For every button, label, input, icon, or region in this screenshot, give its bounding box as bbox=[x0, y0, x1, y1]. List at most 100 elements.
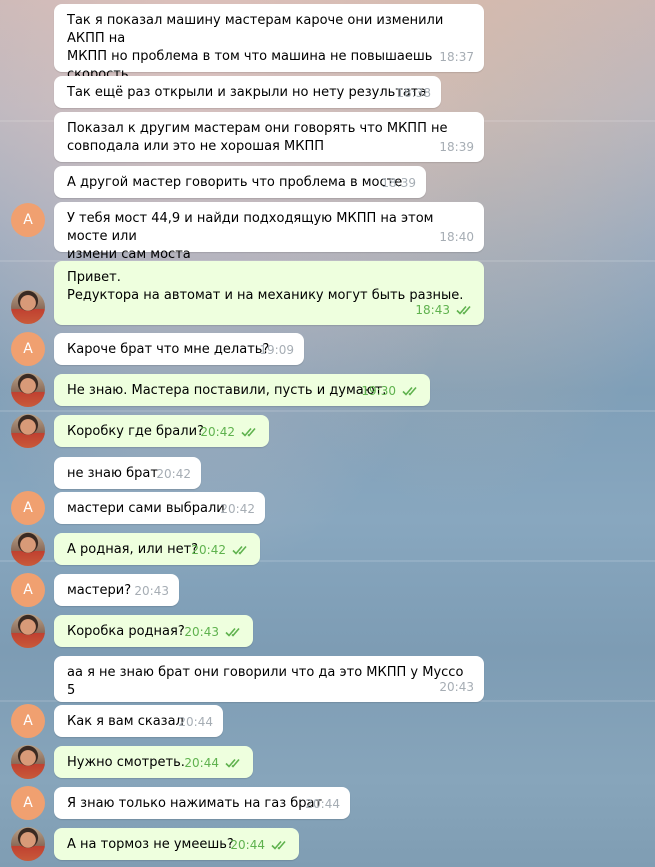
timestamp-text: 18:43 bbox=[415, 303, 450, 317]
user-avatar[interactable] bbox=[11, 745, 45, 779]
incoming-message[interactable]: Так я показал машину мастерам кароче они… bbox=[54, 4, 484, 100]
chat-area[interactable]: Так я показал машину мастерам кароче они… bbox=[0, 0, 655, 867]
double-check-icon bbox=[402, 386, 420, 396]
outgoing-message[interactable]: А на тормоз не умеешь? 20:44 bbox=[54, 828, 299, 860]
message-row: Не знаю. Мастера поставили, пусть и дума… bbox=[0, 373, 655, 407]
incoming-message[interactable]: аа я не знаю брат они говорили что да эт… bbox=[54, 656, 484, 702]
message-row: аа я не знаю брат они говорили что да эт… bbox=[0, 656, 655, 702]
message-timestamp: 20:42 bbox=[191, 541, 250, 559]
message-timestamp: 20:44 bbox=[230, 836, 289, 854]
message-row: А другой мастер говорить что проблема в … bbox=[0, 166, 655, 198]
incoming-message[interactable]: У тебя мост 44,9 и найди подходящую МКПП… bbox=[54, 202, 484, 262]
outgoing-message[interactable]: А родная, или нет? 20:42 bbox=[54, 533, 260, 565]
double-check-icon bbox=[225, 758, 243, 768]
timestamp-text: 20:42 bbox=[156, 467, 191, 481]
timestamp-text: 20:43 bbox=[439, 680, 474, 694]
double-check-icon bbox=[271, 840, 289, 850]
double-check-icon bbox=[456, 305, 474, 315]
avatar-letter: A bbox=[23, 795, 33, 811]
message-timestamp: 18:39 bbox=[381, 174, 416, 192]
message-row: Так ещё раз открыли и закрыли но нету ре… bbox=[0, 76, 655, 108]
message-timestamp: 18:39 bbox=[439, 138, 474, 156]
timestamp-text: 20:44 bbox=[184, 756, 219, 770]
message-row: Привет. Редуктора на автомат и на механи… bbox=[0, 261, 655, 325]
avatar-letter: A bbox=[23, 212, 33, 228]
message-row: A Я знаю только нажимать на газ брат 20:44 bbox=[0, 786, 655, 820]
incoming-message[interactable]: Показал к другим мастерам они говорять ч… bbox=[54, 112, 484, 162]
message-row: A У тебя мост 44,9 и найди подходящую МКП… bbox=[0, 202, 655, 262]
timestamp-text: 20:43 bbox=[134, 584, 169, 598]
message-text: А другой мастер говорить что проблема в … bbox=[67, 175, 403, 190]
avatar-letter: A bbox=[23, 341, 33, 357]
contact-avatar[interactable]: A bbox=[11, 786, 45, 820]
message-timestamp: 20:43 bbox=[134, 582, 169, 600]
timestamp-text: 20:43 bbox=[184, 625, 219, 639]
user-avatar[interactable] bbox=[11, 827, 45, 861]
message-timestamp: 20:42 bbox=[220, 500, 255, 518]
message-timestamp: 20:44 bbox=[184, 754, 243, 772]
message-text: Я знаю только нажимать на газ брат bbox=[67, 796, 323, 811]
avatar-letter: A bbox=[23, 582, 33, 598]
message-text: Коробку где брали? bbox=[67, 424, 204, 439]
incoming-message[interactable]: Кароче брат что мне делать? 19:09 bbox=[54, 333, 304, 365]
message-text: А на тормоз не умеешь? bbox=[67, 837, 234, 852]
message-text: Как я вам сказал bbox=[67, 714, 184, 729]
timestamp-text: 20:44 bbox=[230, 838, 265, 852]
incoming-message[interactable]: мастери? 20:43 bbox=[54, 574, 179, 606]
outgoing-message[interactable]: Привет. Редуктора на автомат и на механи… bbox=[54, 261, 484, 325]
timestamp-text: 20:42 bbox=[191, 543, 226, 557]
contact-avatar[interactable]: A bbox=[11, 491, 45, 525]
message-timestamp: 18:40 bbox=[439, 228, 474, 246]
avatar-letter: A bbox=[23, 500, 33, 516]
message-text: Привет. Редуктора на автомат и на механи… bbox=[67, 270, 464, 303]
incoming-message[interactable]: Как я вам сказал 20:44 bbox=[54, 705, 223, 737]
message-timestamp: 20:43 bbox=[439, 678, 474, 696]
message-timestamp: 20:43 bbox=[184, 623, 243, 641]
incoming-message[interactable]: А другой мастер говорить что проблема в … bbox=[54, 166, 426, 198]
message-row: A Кароче брат что мне делать? 19:09 bbox=[0, 332, 655, 366]
message-row: А на тормоз не умеешь? 20:44 bbox=[0, 827, 655, 861]
message-text: аа я не знаю брат они говорили что да эт… bbox=[67, 665, 468, 698]
message-row: А родная, или нет? 20:42 bbox=[0, 532, 655, 566]
message-text: мастери? bbox=[67, 583, 132, 598]
timestamp-text: 20:44 bbox=[178, 715, 213, 729]
timestamp-text: 20:42 bbox=[200, 425, 235, 439]
incoming-message[interactable]: Так ещё раз открыли и закрыли но нету ре… bbox=[54, 76, 441, 108]
user-avatar[interactable] bbox=[11, 373, 45, 407]
message-timestamp: 20:42 bbox=[200, 423, 259, 441]
avatar-letter: A bbox=[23, 713, 33, 729]
message-timestamp: 20:42 bbox=[156, 465, 191, 483]
contact-avatar[interactable]: A bbox=[11, 332, 45, 366]
contact-avatar[interactable]: A bbox=[11, 573, 45, 607]
message-row: Коробку где брали? 20:42 bbox=[0, 414, 655, 448]
message-text: Кароче брат что мне делать? bbox=[67, 342, 270, 357]
timestamp-text: 18:39 bbox=[381, 176, 416, 190]
message-row: Aмастери? 20:43 bbox=[0, 573, 655, 607]
contact-avatar[interactable]: A bbox=[11, 704, 45, 738]
timestamp-text: 19:09 bbox=[259, 343, 294, 357]
message-timestamp: 20:44 bbox=[178, 713, 213, 731]
timestamp-text: 19:30 bbox=[361, 384, 396, 398]
message-row: Aмастери сами выбрали 20:42 bbox=[0, 491, 655, 525]
incoming-message[interactable]: мастери сами выбрали 20:42 bbox=[54, 492, 265, 524]
outgoing-message[interactable]: Не знаю. Мастера поставили, пусть и дума… bbox=[54, 374, 430, 406]
message-timestamp: 19:30 bbox=[361, 382, 420, 400]
outgoing-message[interactable]: Коробку где брали? 20:42 bbox=[54, 415, 269, 447]
user-avatar[interactable] bbox=[11, 414, 45, 448]
double-check-icon bbox=[225, 627, 243, 637]
message-timestamp: 19:09 bbox=[259, 341, 294, 359]
incoming-message[interactable]: Я знаю только нажимать на газ брат 20:44 bbox=[54, 787, 350, 819]
timestamp-text: 20:44 bbox=[305, 797, 340, 811]
outgoing-message[interactable]: Нужно смотреть. 20:44 bbox=[54, 746, 253, 778]
message-row: Нужно смотреть. 20:44 bbox=[0, 745, 655, 779]
double-check-icon bbox=[232, 545, 250, 555]
contact-avatar[interactable]: A bbox=[11, 203, 45, 237]
incoming-message[interactable]: не знаю брат 20:42 bbox=[54, 457, 201, 489]
outgoing-message[interactable]: Коробка родная? 20:43 bbox=[54, 615, 253, 647]
message-text: Не знаю. Мастера поставили, пусть и дума… bbox=[67, 383, 387, 398]
message-row: Коробка родная? 20:43 bbox=[0, 614, 655, 648]
user-avatar[interactable] bbox=[11, 532, 45, 566]
user-avatar[interactable] bbox=[11, 290, 45, 324]
message-timestamp: 18:43 bbox=[415, 301, 474, 319]
user-avatar[interactable] bbox=[11, 614, 45, 648]
